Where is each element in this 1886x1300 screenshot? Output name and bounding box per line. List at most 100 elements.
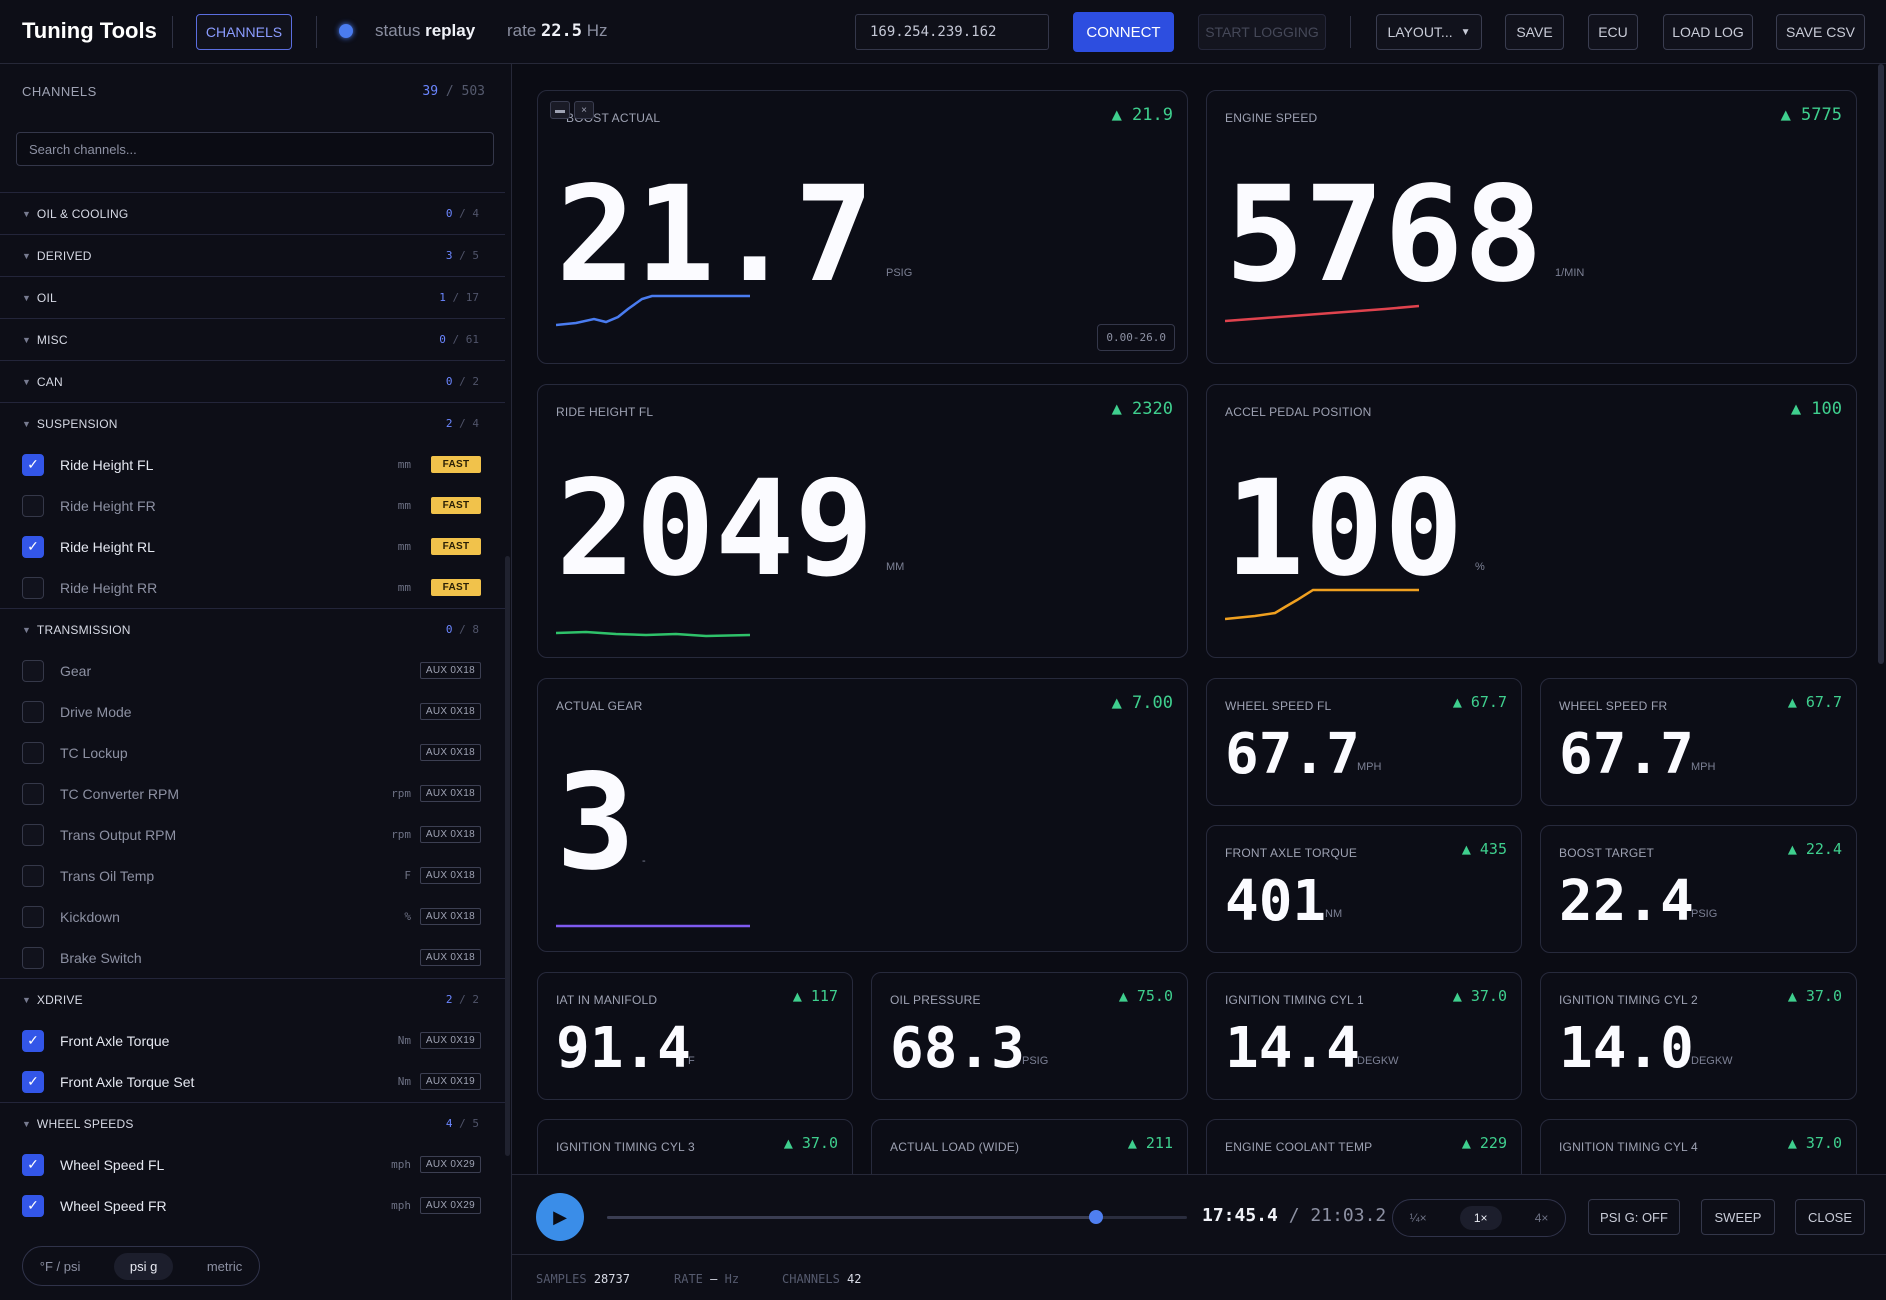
channel-row[interactable]: ✓ Front Axle Torque Set Nm AUX 0X19 bbox=[0, 1061, 505, 1102]
load-log-button[interactable]: LOAD LOG bbox=[1663, 14, 1753, 50]
tile-unit: MPH bbox=[1691, 761, 1716, 773]
channel-label: Brake Switch bbox=[60, 949, 142, 966]
tile-oil-pressure[interactable]: OIL PRESSURE ▲ 75.0 68.3 PSIG bbox=[871, 972, 1188, 1100]
speed-quarter[interactable]: ¼× bbox=[1410, 1211, 1427, 1225]
channel-row[interactable]: Brake Switch AUX 0X18 bbox=[0, 937, 505, 978]
channel-group-header[interactable]: ▼ SUSPENSION 2 / 4 bbox=[0, 402, 505, 444]
maximize-icon[interactable]: ▬ bbox=[550, 101, 570, 119]
ip-address-input[interactable] bbox=[855, 14, 1049, 50]
channel-checkbox[interactable]: ✓ bbox=[22, 1153, 44, 1176]
chevron-down-icon: ▼ bbox=[1460, 26, 1471, 38]
channel-row[interactable]: ✓ Wheel Speed FR mph AUX 0X29 bbox=[0, 1185, 505, 1226]
channel-row[interactable]: TC Converter RPM rpm AUX 0X18 bbox=[0, 773, 505, 814]
channel-group-header[interactable]: ▼ MISC 0 / 61 bbox=[0, 318, 505, 360]
group-count: 0 / 2 bbox=[446, 375, 479, 388]
channel-group-header[interactable]: ▼ DERIVED 3 / 5 bbox=[0, 234, 505, 276]
caret-down-icon: ▼ bbox=[22, 250, 31, 261]
channel-unit: mm bbox=[397, 458, 411, 471]
tile-front-axle-torque[interactable]: FRONT AXLE TORQUE ▲ 435 401 NM bbox=[1206, 825, 1522, 953]
rate-value: 22.5 bbox=[541, 21, 582, 41]
channel-checkbox[interactable] bbox=[22, 905, 44, 928]
channel-row[interactable]: Ride Height RR mm FAST bbox=[0, 567, 505, 608]
channel-row[interactable]: Kickdown% AUX 0X18 bbox=[0, 896, 505, 937]
speed-1x[interactable]: 1× bbox=[1459, 1206, 1502, 1230]
channel-checkbox[interactable] bbox=[22, 700, 44, 723]
channel-row[interactable]: Trans Output RPM rpm AUX 0X18 bbox=[0, 814, 505, 855]
channel-source-tag: AUX 0X18 bbox=[419, 867, 481, 884]
channel-group-header[interactable]: ▼ OIL & COOLING 0 / 4 bbox=[0, 192, 505, 234]
channel-checkbox[interactable] bbox=[22, 823, 44, 846]
save-csv-button[interactable]: SAVE CSV bbox=[1776, 14, 1865, 50]
channel-row[interactable]: TC Lockup AUX 0X18 bbox=[0, 732, 505, 773]
units-option-imperial[interactable]: °F / psi bbox=[40, 1259, 81, 1274]
channel-checkbox[interactable] bbox=[22, 659, 44, 682]
search-input[interactable]: Search channels... bbox=[16, 132, 494, 166]
channel-group-header[interactable]: ▼ OIL 1 / 17 bbox=[0, 276, 505, 318]
timeline-thumb[interactable] bbox=[1088, 1210, 1103, 1224]
tile-actual-gear[interactable]: ACTUAL GEAR ▲ 7.00 3 - bbox=[537, 678, 1188, 952]
channel-group-header[interactable]: ▼ XDRIVE 2 / 2 bbox=[0, 978, 505, 1020]
layout-dropdown[interactable]: LAYOUT... ▼ bbox=[1376, 14, 1482, 50]
channel-checkbox[interactable]: ✓ bbox=[22, 1029, 44, 1052]
tile-value: 100 bbox=[1225, 452, 1464, 606]
channel-checkbox[interactable] bbox=[22, 864, 44, 887]
channel-row[interactable]: ✓ Front Axle Torque Nm AUX 0X19 bbox=[0, 1020, 505, 1061]
channel-checkbox[interactable] bbox=[22, 741, 44, 764]
channel-row[interactable]: Gear AUX 0X18 bbox=[0, 650, 505, 691]
units-option-psig[interactable]: psi g bbox=[113, 1252, 174, 1280]
close-button[interactable]: CLOSE bbox=[1795, 1199, 1865, 1235]
tile-wheel-speed-fl[interactable]: WHEEL SPEED FL ▲ 67.7 67.7 MPH bbox=[1206, 678, 1522, 806]
channel-group-header[interactable]: ▼ WHEEL SPEEDS 4 / 5 bbox=[0, 1102, 505, 1144]
sweep-button[interactable]: SWEEP bbox=[1701, 1199, 1775, 1235]
tile-ride-height-fl[interactable]: RIDE HEIGHT FL ▲ 2320 2049 MM bbox=[537, 384, 1188, 658]
channel-row[interactable]: ✓ Wheel Speed FL mph AUX 0X29 bbox=[0, 1144, 505, 1185]
tile-accel-pedal[interactable]: ACCEL PEDAL POSITION ▲ 100 100 % bbox=[1206, 384, 1857, 658]
save-button[interactable]: SAVE bbox=[1505, 14, 1564, 50]
channel-group-header[interactable]: ▼ TRANSMISSION 0 / 8 bbox=[0, 608, 505, 650]
psig-toggle-button[interactable]: PSI G: OFF bbox=[1588, 1199, 1680, 1235]
channel-checkbox[interactable]: ✓ bbox=[22, 1194, 44, 1217]
channel-source-tag: AUX 0X29 bbox=[419, 1156, 481, 1173]
channel-checkbox[interactable] bbox=[22, 946, 44, 969]
tile-boost-actual[interactable]: BOOST ACTUAL ▬ × ▲ 21.9 21.7 PSIG 0.00-26… bbox=[537, 90, 1188, 364]
selected-count: 39 bbox=[422, 84, 439, 99]
units-option-metric[interactable]: metric bbox=[207, 1259, 242, 1274]
connect-button[interactable]: CONNECT bbox=[1073, 12, 1174, 52]
channel-unit: mph bbox=[391, 1158, 411, 1171]
tile-boost-target[interactable]: BOOST TARGET ▲ 22.4 22.4 PSIG bbox=[1540, 825, 1857, 953]
channel-row[interactable]: ✓ Ride Height FL mm FAST bbox=[0, 444, 505, 485]
channel-group-header[interactable]: ▼ CAN 0 / 2 bbox=[0, 360, 505, 402]
channel-source-tag: AUX 0X18 bbox=[419, 826, 481, 843]
channels-button[interactable]: CHANNELS bbox=[196, 14, 292, 50]
channel-checkbox[interactable]: ✓ bbox=[22, 453, 44, 476]
channel-checkbox[interactable] bbox=[22, 576, 44, 599]
main-scrollbar[interactable] bbox=[1878, 64, 1884, 664]
tile-ignition-cyl1[interactable]: IGNITION TIMING CYL 1 ▲ 37.0 14.4 DEGKW bbox=[1206, 972, 1522, 1100]
tile-ignition-cyl2[interactable]: IGNITION TIMING CYL 2 ▲ 37.0 14.0 DEGKW bbox=[1540, 972, 1857, 1100]
start-logging-button[interactable]: START LOGGING bbox=[1198, 14, 1326, 50]
tile-iat-manifold[interactable]: IAT IN MANIFOLD ▲ 117 91.4 F bbox=[537, 972, 853, 1100]
caret-down-icon: ▼ bbox=[22, 418, 31, 429]
tile-value: 14.4 bbox=[1225, 1016, 1360, 1081]
tile-engine-speed[interactable]: ENGINE SPEED ▲ 5775 5768 1/MIN bbox=[1206, 90, 1857, 364]
tile-unit: MPH bbox=[1357, 761, 1382, 773]
close-icon[interactable]: × bbox=[574, 101, 594, 119]
channel-checkbox[interactable]: ✓ bbox=[22, 535, 44, 558]
timeline-slider[interactable] bbox=[607, 1210, 1187, 1224]
channel-row[interactable]: ✓ Ride Height RL mm FAST bbox=[0, 526, 505, 567]
channel-checkbox[interactable] bbox=[22, 782, 44, 805]
channel-checkbox[interactable]: ✓ bbox=[22, 1070, 44, 1093]
tile-wheel-speed-fr[interactable]: WHEEL SPEED FR ▲ 67.7 67.7 MPH bbox=[1540, 678, 1857, 806]
channel-row[interactable]: Trans Oil Temp F AUX 0X18 bbox=[0, 855, 505, 896]
channel-checkbox[interactable] bbox=[22, 494, 44, 517]
channel-source-tag: AUX 0X18 bbox=[419, 703, 481, 720]
channel-row[interactable]: Ride Height FR mm FAST bbox=[0, 485, 505, 526]
group-name: WHEEL SPEEDS bbox=[36, 1116, 134, 1131]
speed-4x[interactable]: 4× bbox=[1535, 1211, 1549, 1225]
play-button[interactable]: ▶ bbox=[536, 1193, 584, 1241]
channel-row[interactable]: Drive Mode AUX 0X18 bbox=[0, 691, 505, 732]
ecu-button[interactable]: ECU bbox=[1588, 14, 1638, 50]
group-selected-count: 3 bbox=[445, 249, 453, 262]
check-icon: ✓ bbox=[27, 1156, 39, 1172]
sidebar-scrollbar[interactable] bbox=[505, 556, 510, 1156]
